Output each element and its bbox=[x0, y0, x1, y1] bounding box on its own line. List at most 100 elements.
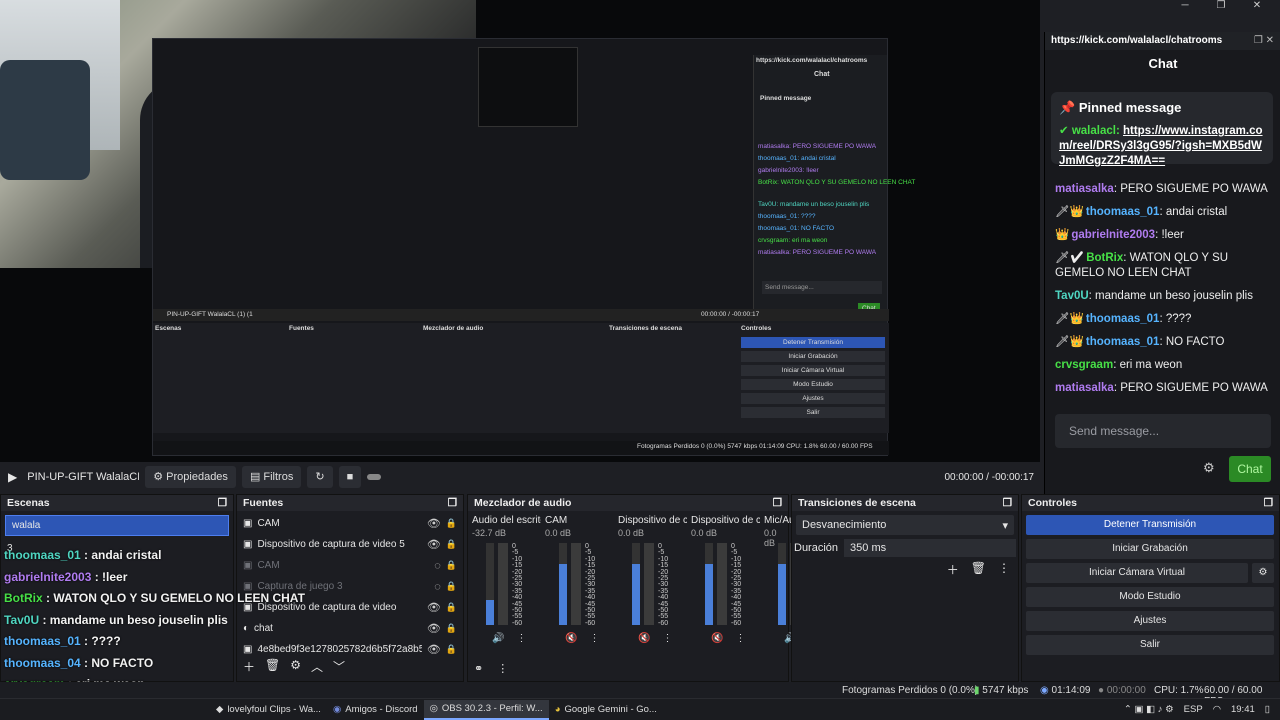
visibility-icon[interactable]: 👁 bbox=[427, 538, 441, 551]
source-item[interactable]: ◐ chat 👁 🔒 bbox=[237, 618, 463, 639]
exit-button[interactable]: Salir bbox=[1026, 635, 1274, 655]
play-icon[interactable]: ▶ bbox=[4, 470, 21, 484]
settings-button[interactable]: Ajustes bbox=[1026, 611, 1274, 631]
chat-username[interactable]: BotRix bbox=[1086, 252, 1123, 264]
more-icon[interactable]: ⋮ bbox=[735, 633, 745, 644]
taskbar-item[interactable]: ◎ OBS 30.2.3 - Perfil: W... bbox=[423, 699, 549, 720]
mixer-channel-name: Audio del escrito bbox=[472, 515, 541, 526]
add-icon[interactable]: ＋ bbox=[947, 561, 959, 578]
more-icon[interactable]: ⋮ bbox=[497, 662, 508, 675]
dock-float-icon[interactable]: ❐ bbox=[1003, 497, 1012, 509]
taskbar-item[interactable]: ◉ Amigos - Discord bbox=[327, 700, 424, 720]
properties-button[interactable]: ⚙ Propiedades bbox=[145, 466, 236, 488]
source-type-icon: ▣ bbox=[243, 581, 253, 592]
more-icon[interactable]: ⋮ bbox=[516, 633, 526, 644]
visibility-icon[interactable]: 👁 bbox=[427, 622, 441, 635]
mute-icon[interactable]: 🔇 bbox=[638, 633, 650, 644]
tray-icons[interactable]: ⌃ ▣ ◧ ♪ ⚙ bbox=[1124, 704, 1174, 715]
notification-icon[interactable]: ▯ bbox=[1265, 704, 1270, 715]
nested-capture: https://kick.com/walalacl/chatrooms Chat… bbox=[152, 38, 915, 456]
duration-input[interactable]: 350 ms bbox=[844, 539, 1016, 557]
studio-mode-button[interactable]: Modo Estudio bbox=[1026, 587, 1274, 607]
meter-scale-label: -30 bbox=[512, 581, 523, 589]
visibility-icon[interactable]: ◌ bbox=[434, 560, 441, 572]
mute-icon[interactable]: 🔇 bbox=[565, 633, 577, 644]
volume-slider[interactable] bbox=[717, 543, 727, 625]
source-item[interactable]: ▣ 4e8bed9f3e1278025782d6b5f72a8b51.gif 👁 🔒 bbox=[237, 639, 463, 660]
chat-username[interactable]: Tav0U bbox=[1055, 290, 1089, 302]
lock-icon[interactable]: 🔒 bbox=[446, 644, 457, 655]
mute-icon[interactable]: 🔇 bbox=[711, 633, 723, 644]
more-icon[interactable]: ⋮ bbox=[662, 633, 672, 644]
move-up-icon[interactable]: ︿ bbox=[311, 658, 323, 675]
lock-icon[interactable]: 🔒 bbox=[446, 518, 457, 529]
trash-icon[interactable]: 🗑 bbox=[265, 658, 280, 675]
stop-button[interactable]: ■ bbox=[338, 466, 362, 488]
source-item[interactable]: ▣ Dispositivo de captura de video 5 👁 🔒 bbox=[237, 534, 463, 555]
filters-button[interactable]: ▤ Filtros bbox=[241, 466, 302, 488]
language-indicator[interactable]: ESP bbox=[1184, 704, 1203, 715]
source-item[interactable]: ▣ Captura de juego 3 ◌ 🔒 bbox=[237, 576, 463, 597]
mixer-channel-controls: 🔇 ⋮ bbox=[711, 633, 745, 644]
rec-time: 00:00:00 bbox=[1106, 685, 1146, 696]
virtual-camera-settings-button[interactable]: ⚙ bbox=[1252, 563, 1274, 583]
gear-icon[interactable]: ⚙ bbox=[290, 658, 301, 675]
send-message-input[interactable]: Send message... bbox=[1055, 414, 1271, 448]
visibility-icon[interactable]: ◌ bbox=[434, 581, 441, 593]
lock-icon[interactable]: 🔒 bbox=[446, 602, 457, 613]
chat-username[interactable]: thoomaas_01 bbox=[1086, 313, 1160, 325]
transition-select[interactable]: Desvanecimiento ▾ bbox=[796, 515, 1014, 535]
obs-preview[interactable]: https://kick.com/walalacl/chatrooms Chat… bbox=[0, 0, 1040, 462]
source-item[interactable]: ▣ Dispositivo de captura de video 👁 🔒 bbox=[237, 597, 463, 618]
dock-float-icon[interactable]: ❐ bbox=[218, 497, 227, 509]
volume-slider[interactable] bbox=[644, 543, 654, 625]
meter-scale-label: -40 bbox=[585, 594, 596, 602]
visibility-icon[interactable]: 👁 bbox=[427, 517, 441, 530]
minimize-icon[interactable]: ─ bbox=[1170, 0, 1200, 14]
maximize-icon[interactable]: ❐ bbox=[1206, 0, 1236, 14]
trash-icon[interactable]: 🗑 bbox=[971, 561, 986, 578]
seek-slider[interactable] bbox=[367, 474, 382, 480]
chat-username[interactable]: crvsgraam bbox=[1055, 359, 1113, 371]
lock-icon[interactable]: 🔒 bbox=[446, 560, 457, 571]
more-icon[interactable]: ⋮ bbox=[998, 561, 1010, 578]
chat-username[interactable]: matiasalka bbox=[1055, 183, 1114, 195]
visibility-icon[interactable]: 👁 bbox=[427, 643, 441, 656]
start-virtual-camera-button[interactable]: Iniciar Cámara Virtual bbox=[1026, 563, 1248, 583]
chat-username[interactable]: gabrielnite2003 bbox=[1071, 229, 1155, 241]
visibility-icon[interactable]: 👁 bbox=[427, 601, 441, 614]
clock[interactable]: 19:41 bbox=[1231, 704, 1255, 715]
move-down-icon[interactable]: ﹀ bbox=[333, 658, 345, 675]
chat-username[interactable]: thoomaas_01 bbox=[1086, 336, 1160, 348]
taskbar-item[interactable]: ◆ lovelyfoul Clips - Wa... bbox=[210, 700, 327, 720]
meter-scale-label: -20 bbox=[585, 568, 596, 576]
add-icon[interactable]: ＋ bbox=[243, 658, 255, 675]
source-item[interactable]: ▣ CAM 👁 🔒 bbox=[237, 513, 463, 534]
lock-icon[interactable]: 🔒 bbox=[446, 623, 457, 634]
restart-button[interactable]: ↻ bbox=[307, 466, 333, 488]
start-recording-button[interactable]: Iniciar Grabación bbox=[1026, 539, 1274, 559]
volume-slider[interactable] bbox=[571, 543, 581, 625]
wifi-icon[interactable]: ◠ bbox=[1213, 704, 1221, 715]
chat-username[interactable]: matiasalka bbox=[1055, 382, 1114, 394]
link-icon[interactable]: ⚭ bbox=[474, 662, 483, 675]
dock-float-icon[interactable]: ❐ bbox=[448, 497, 457, 509]
dock-float-icon[interactable]: ❐ ✕ bbox=[1254, 35, 1274, 46]
chat-username[interactable]: thoomaas_01 bbox=[1086, 206, 1160, 218]
volume-slider[interactable] bbox=[498, 543, 508, 625]
chat-settings-icon[interactable]: ⚙ bbox=[1203, 460, 1215, 476]
source-item[interactable]: ▣ CAM ◌ 🔒 bbox=[237, 555, 463, 576]
source-name: Dispositivo de captura de video 5 bbox=[257, 539, 405, 550]
close-icon[interactable]: ✕ bbox=[1242, 0, 1272, 14]
dock-float-icon[interactable]: ❐ bbox=[1264, 497, 1273, 509]
scene-item[interactable]: 3 bbox=[1, 538, 233, 559]
stop-streaming-button[interactable]: Detener Transmisión bbox=[1026, 515, 1274, 535]
scene-item-selected[interactable]: walala bbox=[5, 515, 229, 536]
dock-float-icon[interactable]: ❐ bbox=[773, 497, 782, 509]
taskbar-item[interactable]: ◕ Google Gemini - Go... bbox=[549, 700, 663, 720]
mute-icon[interactable]: 🔊 bbox=[492, 633, 504, 644]
lock-icon[interactable]: 🔒 bbox=[446, 581, 457, 592]
more-icon[interactable]: ⋮ bbox=[589, 633, 599, 644]
chat-send-button[interactable]: Chat bbox=[1229, 456, 1271, 482]
lock-icon[interactable]: 🔒 bbox=[446, 539, 457, 550]
